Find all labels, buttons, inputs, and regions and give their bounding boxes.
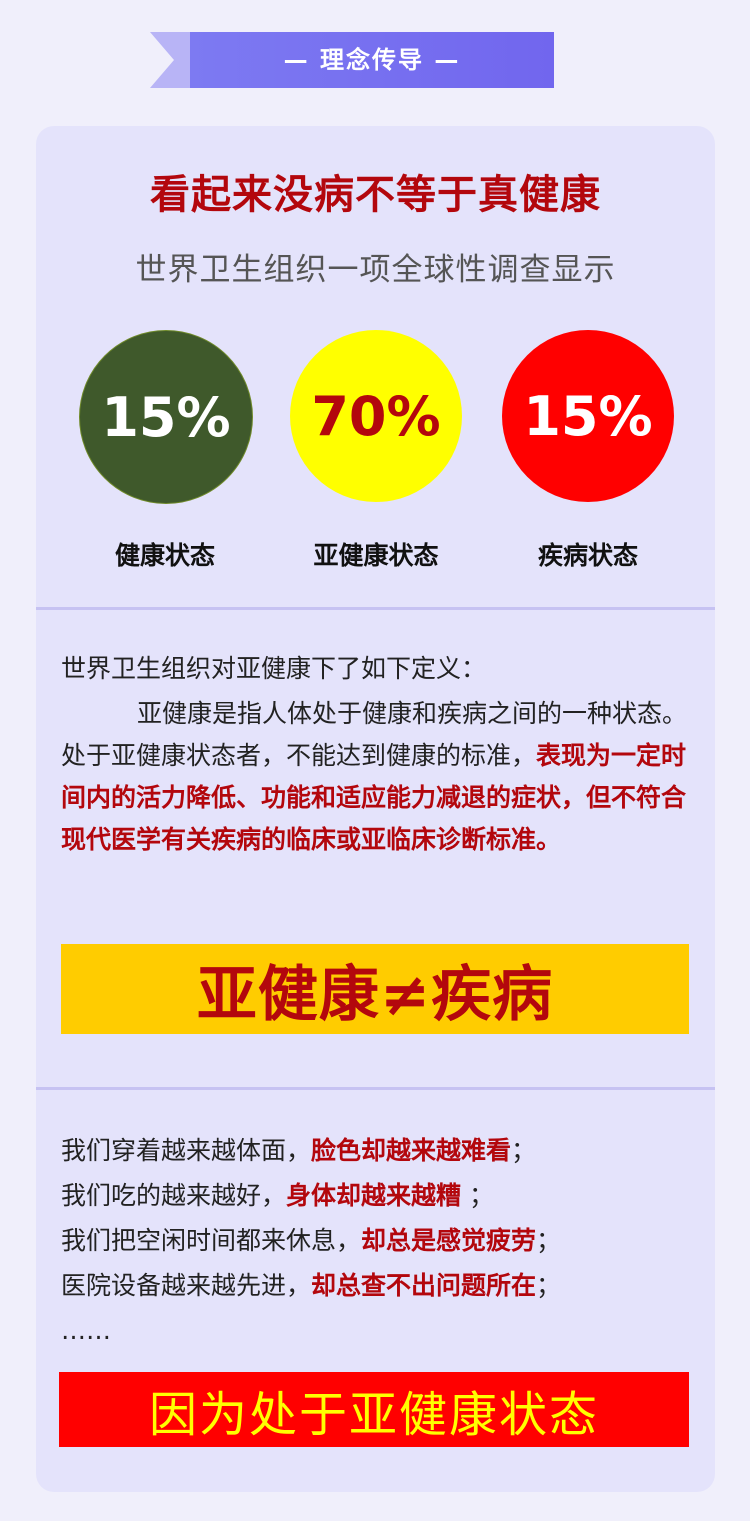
list-item-text: 医院设备越来越先进， — [61, 1271, 312, 1300]
list-item-highlight: 却总查不出问题所在 — [311, 1271, 537, 1300]
stat-label-disease: 疾病状态 — [537, 541, 638, 570]
list-item: 医院设备越来越先进，却总查不出问题所在； — [61, 1263, 701, 1308]
list-item-highlight: 脸色却越来越难看 — [311, 1136, 512, 1165]
list-item-text: 我们把空闲时间都来休息， — [61, 1226, 362, 1255]
definition-body: 亚健康是指人体处于健康和疾病之间的一种状态。处于亚健康状态者，不能达到健康的标准… — [61, 693, 697, 861]
list-item-highlight: 身体却越来越糟 — [286, 1181, 462, 1210]
list-item-highlight: 却总是感觉疲劳 — [361, 1226, 537, 1255]
list-item: 我们把空闲时间都来休息，却总是感觉疲劳； — [61, 1218, 701, 1263]
subheadline: 世界卫生组织一项全球性调查显示 — [135, 252, 616, 288]
section-banner: — 理念传导 — — [150, 30, 554, 90]
section-divider — [36, 607, 715, 610]
banner-title: — 理念传导 — — [283, 46, 461, 74]
stat-circle-disease: 15% — [502, 330, 674, 502]
list-item: 我们吃的越来越好，身体却越来越糟 ； — [61, 1173, 701, 1218]
section-divider — [36, 1087, 715, 1090]
stat-circle-healthy: 15% — [79, 330, 253, 504]
observation-list: 我们穿着越来越体面，脸色却越来越难看； 我们吃的越来越好，身体却越来越糟 ； 我… — [61, 1128, 701, 1353]
list-item-punct: ； — [536, 1271, 562, 1300]
list-item-punct: ； — [461, 1181, 494, 1210]
headline: 看起来没病不等于真健康 — [150, 172, 601, 218]
stat-label-subhealthy: 亚健康状态 — [313, 541, 439, 570]
ellipsis: …… — [61, 1316, 111, 1345]
list-item-text: 我们穿着越来越体面， — [61, 1136, 312, 1165]
stat-circle-subhealthy: 70% — [290, 330, 462, 502]
definition-intro: 世界卫生组织对亚健康下了如下定义： — [61, 654, 487, 683]
list-item-punct: ； — [536, 1226, 562, 1255]
list-item: 我们穿着越来越体面，脸色却越来越难看； — [61, 1128, 701, 1173]
conclusion-banner: 因为处于亚健康状态 — [59, 1372, 689, 1447]
stat-label-healthy: 健康状态 — [114, 541, 215, 570]
equation-banner: 亚健康≠疾病 — [61, 944, 689, 1034]
list-item-punct: ； — [511, 1136, 537, 1165]
list-item-text: 我们吃的越来越好， — [61, 1181, 287, 1210]
